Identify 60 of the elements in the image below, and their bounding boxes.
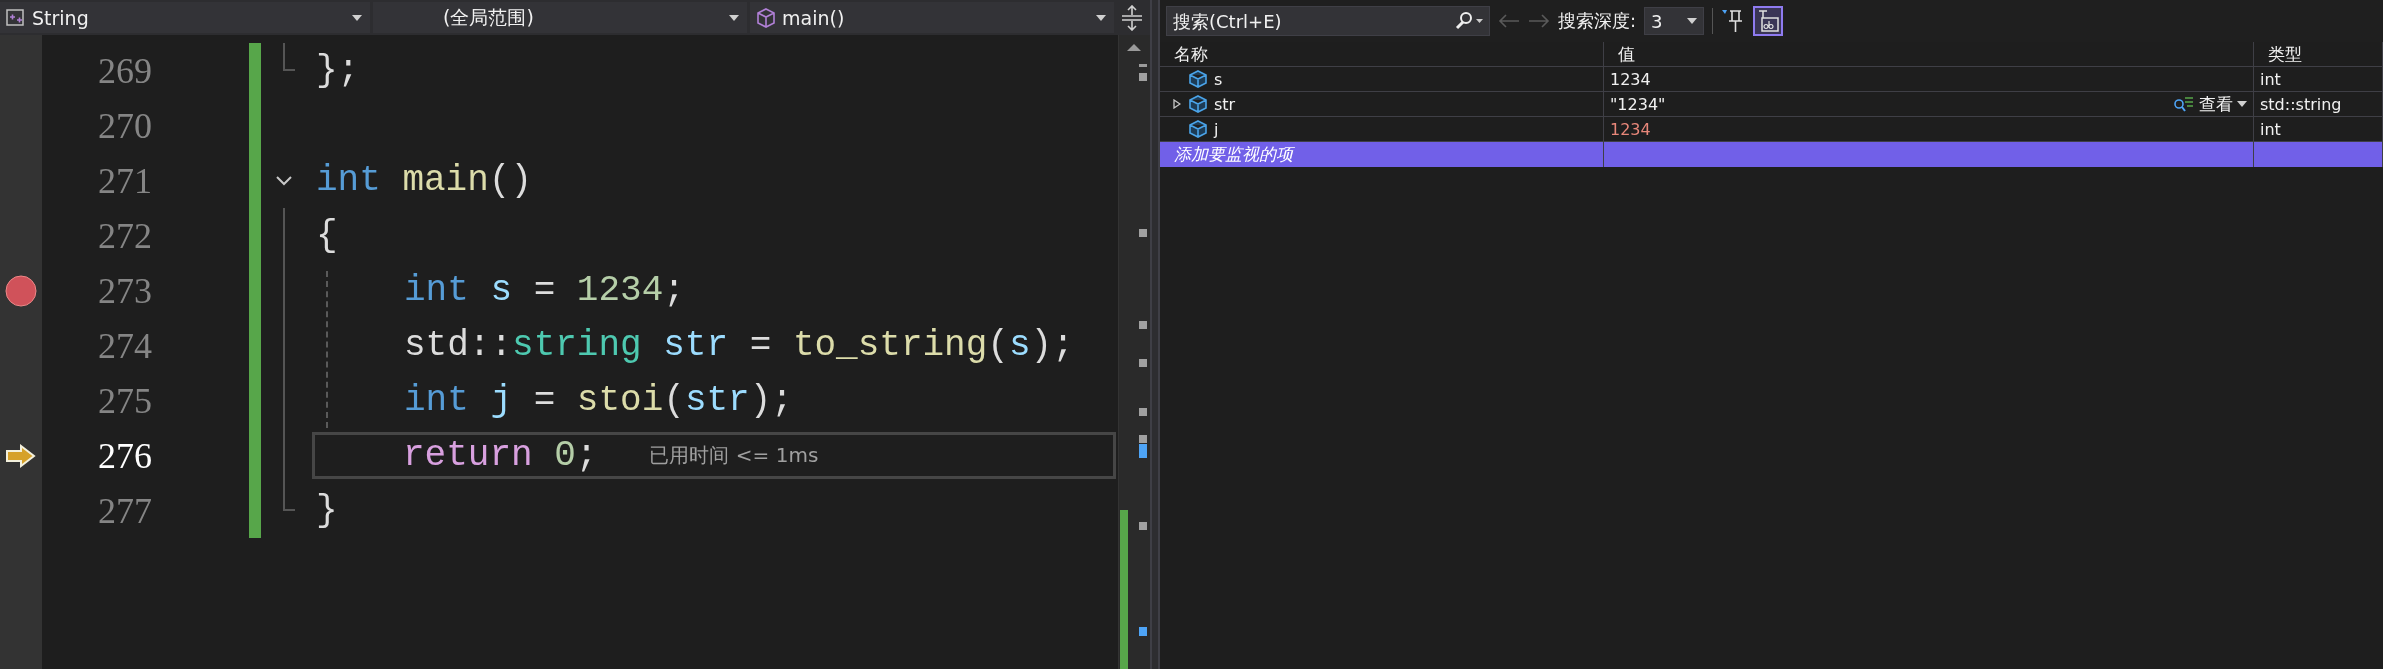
column-header[interactable]: 名称 xyxy=(1160,42,1604,67)
variable-name: str xyxy=(1214,94,1236,114)
cube-icon xyxy=(1188,95,1208,113)
code-line: return 0; xyxy=(403,435,598,476)
add-watch-item[interactable]: 添加要监视的项 xyxy=(1160,142,1604,167)
search-depth-label: 搜索深度: xyxy=(1558,9,1637,33)
column-header[interactable]: 类型 xyxy=(2254,42,2383,67)
dropdown-caret-icon xyxy=(729,14,739,21)
search-field[interactable]: 搜索(Ctrl+E) xyxy=(1166,6,1490,36)
magnifier-icon xyxy=(2173,95,2195,113)
variable-value: 1234 xyxy=(1610,119,1651,139)
search-icon[interactable] xyxy=(1454,12,1484,30)
scrollbar-drawing[interactable] xyxy=(1118,35,1150,669)
code-line: int main() xyxy=(316,160,533,201)
line-number: 274 xyxy=(98,324,152,367)
code-line: { xyxy=(316,215,338,256)
split-icon[interactable] xyxy=(1121,4,1143,31)
breakpoint-icon[interactable] xyxy=(4,273,38,308)
code-line: std::string str = to_string(s); xyxy=(404,325,1074,366)
line-number: 277 xyxy=(98,489,152,532)
line-number: 270 xyxy=(98,104,152,147)
variable-value: "1234" xyxy=(1610,94,1666,114)
code-line: int j = stoi(str); xyxy=(404,380,793,421)
expand-triangle-icon[interactable] xyxy=(1173,99,1181,109)
cube-icon xyxy=(756,7,776,28)
scope-dropdown[interactable]: main() xyxy=(750,2,1114,33)
code-line: } xyxy=(316,490,338,531)
line-number: 272 xyxy=(98,214,152,257)
dropdown-caret-icon xyxy=(2237,101,2247,107)
visualizer-button[interactable]: 查看 xyxy=(2173,92,2247,116)
code-line: }; xyxy=(316,50,360,91)
dropdown-caret-icon xyxy=(1687,18,1698,24)
dropdown-caret-icon xyxy=(352,14,362,21)
variable-type: int xyxy=(2260,119,2281,139)
fold-bracket xyxy=(283,43,295,71)
breakpoint-gutter[interactable] xyxy=(0,35,42,669)
line-number: 275 xyxy=(98,379,152,422)
code-line: int s = 1234; xyxy=(404,270,685,311)
cube-icon xyxy=(1188,70,1208,88)
variable-name: s xyxy=(1214,69,1223,89)
variable-type: std::string xyxy=(2260,94,2342,114)
scope-dropdown[interactable]: String xyxy=(0,2,370,33)
back-arrow-icon[interactable] xyxy=(1498,13,1520,29)
scope-dropdown[interactable]: (全局范围) xyxy=(373,2,747,33)
forward-arrow-icon[interactable] xyxy=(1528,13,1550,29)
class-icon xyxy=(6,8,26,27)
variable-value: 1234 xyxy=(1610,69,1651,89)
line-number: 269 xyxy=(98,49,152,92)
collapse-chevron-icon[interactable] xyxy=(275,174,293,187)
dropdown-caret-icon xyxy=(1096,14,1106,21)
line-number: 276 xyxy=(98,434,152,477)
line-number: 271 xyxy=(98,159,152,202)
cube-icon xyxy=(1188,120,1208,138)
column-header[interactable]: 值 xyxy=(1604,42,2254,67)
variable-name: j xyxy=(1214,119,1219,139)
elapsed-time-hint: 已用时间 <= 1ms xyxy=(649,442,819,469)
line-number: 273 xyxy=(98,269,152,312)
format-toggle-button[interactable] xyxy=(1753,6,1784,36)
depth-dropdown[interactable]: 3 xyxy=(1644,7,1705,35)
variable-type: int xyxy=(2260,69,2281,89)
